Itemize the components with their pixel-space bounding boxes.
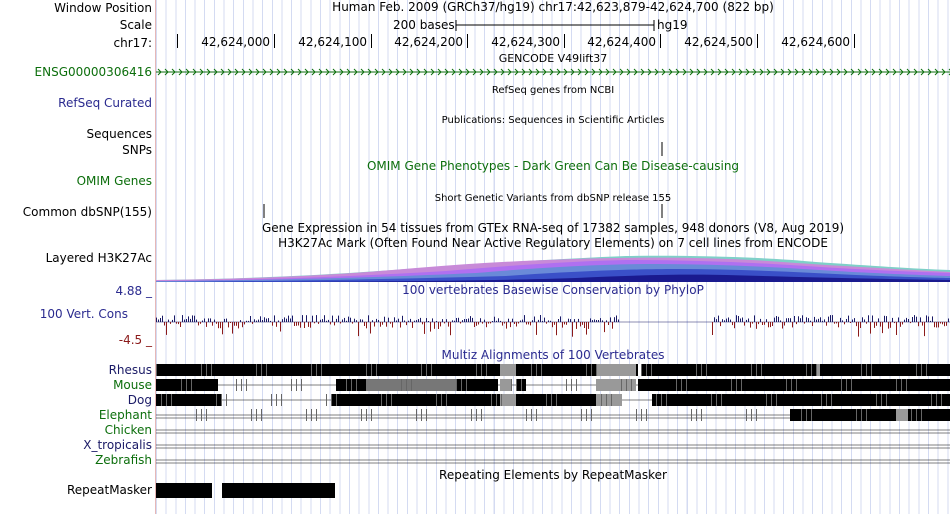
multiz-track-title: Multiz Alignments of 100 Vertebrates [441,348,665,362]
multiz-species-elephant[interactable]: Elephant [99,408,152,422]
ruler-tick-mark [757,34,758,48]
dbsnp-features[interactable] [156,204,950,218]
gencode-track-title: GENCODE V49lift37 [498,52,608,65]
ruler-tick-mark [371,34,372,48]
multiz-species-x-tropicalis[interactable]: X_tropicalis [83,438,152,452]
publications-track-title: Publications: Sequences in Scientific Ar… [441,115,665,126]
ruler-tick-mark [660,34,661,48]
repeatmasker-track-label[interactable]: RepeatMasker [67,483,152,497]
ruler-tick-mark [854,34,855,48]
ruler-tick-label: 42,624,200 [394,35,463,49]
ruler-tick-label: 42,624,000 [201,35,270,49]
chrom-label: chr17: [113,36,152,50]
dbsnp-track-label[interactable]: Common dbSNP(155) [23,205,152,219]
ruler-tick-label: 42,624,400 [587,35,656,49]
ruler-tick-mark [274,34,275,48]
omim-track-label[interactable]: OMIM Genes [77,174,152,188]
multiz-species-chicken[interactable]: Chicken [105,423,152,437]
snp-feature[interactable] [156,142,950,156]
multiz-species-rhesus[interactable]: Rhesus [109,363,152,377]
ruler-tick-label: 42,624,100 [298,35,367,49]
gtex-track-title: Gene Expression in 54 tissues from GTEx … [261,221,845,235]
window-position-value: Human Feb. 2009 (GRCh37/hg19) chr17:42,6… [332,0,774,14]
repeatmasker-features[interactable] [156,483,950,499]
ruler-tick-mark [177,34,178,48]
refseq-track-title: RefSeq genes from NCBI [491,85,615,96]
multiz-species-dog[interactable]: Dog [128,393,152,407]
refseq-track-label[interactable]: RefSeq Curated [58,96,152,110]
multiz-alignment-blocks[interactable] [156,363,950,471]
h3k27ac-track-title: H3K27Ac Mark (Often Found Near Active Re… [278,236,828,250]
multiz-species-mouse[interactable]: Mouse [113,378,152,392]
conservation-phylop-plot[interactable] [156,300,950,340]
ruler-tick-label: 42,624,300 [491,35,560,49]
genome-browser-image[interactable]: Window Position Human Feb. 2009 (GRCh37/… [0,0,950,514]
snps-track-label[interactable]: SNPs [122,143,152,157]
window-position-label: Window Position [54,1,152,15]
scale-assembly: hg19 [657,18,688,32]
conservation-track-title: 100 vertebrates Basewise Conservation by… [402,283,704,297]
ruler-tick-mark [467,34,468,48]
h3k27ac-layered-signal[interactable] [156,252,950,282]
gencode-gene-label[interactable]: ENSG00000306416 [35,65,152,79]
scale-text: 200 bases [393,18,455,32]
conservation-track-label[interactable]: 100 Vert. Cons [40,307,128,321]
ruler-tick-mark [564,34,565,48]
scale-bar [455,20,655,31]
conservation-max-label: 4.88 _ [115,284,152,298]
publications-track-label[interactable]: Sequences [87,127,152,141]
conservation-min-label: -4.5 _ [118,333,152,347]
repeatmasker-track-title: Repeating Elements by RepeatMasker [439,468,667,482]
multiz-species-zebrafish[interactable]: Zebrafish [95,453,152,467]
gencode-gene-feature[interactable] [156,66,950,78]
ruler-tick-label: 42,624,600 [781,35,850,49]
omim-track-title: OMIM Gene Phenotypes - Dark Green Can Be… [366,159,740,173]
h3k27ac-track-label[interactable]: Layered H3K27Ac [46,251,152,265]
ruler-tick-label: 42,624,500 [684,35,753,49]
scale-label: Scale [119,18,152,32]
